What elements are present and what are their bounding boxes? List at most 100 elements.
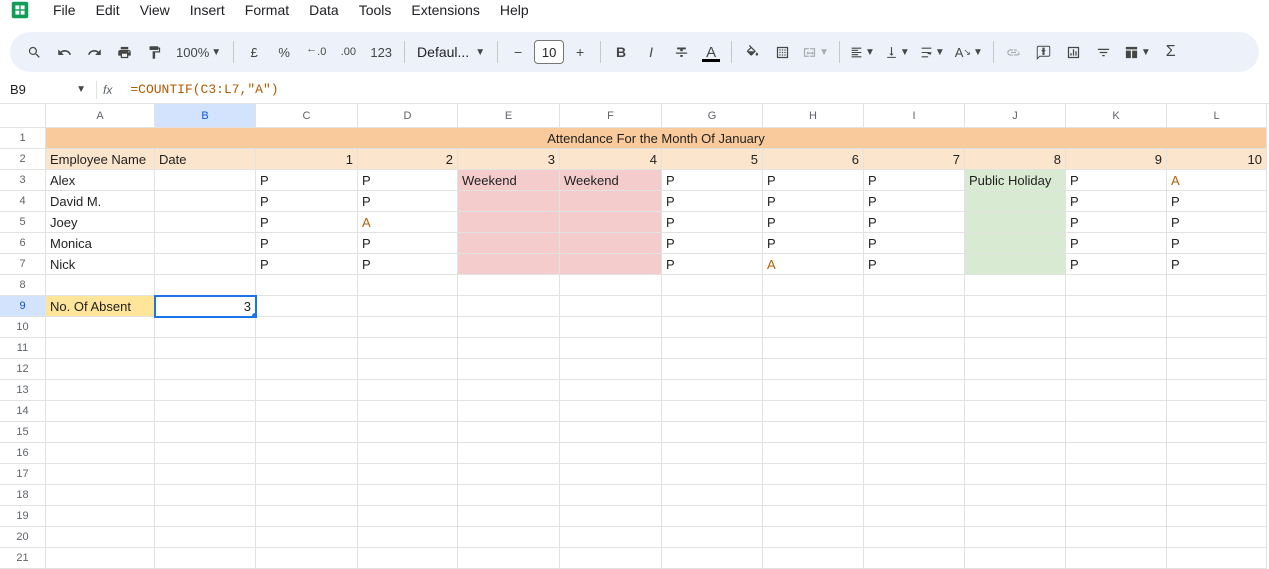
insert-link-button[interactable] — [1000, 38, 1028, 66]
cell[interactable] — [1066, 401, 1167, 422]
cell[interactable] — [1066, 422, 1167, 443]
cell[interactable] — [358, 527, 458, 548]
cell[interactable]: Date — [155, 149, 256, 170]
cell[interactable] — [458, 254, 560, 275]
cell[interactable] — [46, 338, 155, 359]
cell[interactable] — [358, 359, 458, 380]
search-menus-icon[interactable] — [20, 38, 48, 66]
cell[interactable] — [965, 338, 1066, 359]
cell[interactable]: Monica — [46, 233, 155, 254]
cell[interactable] — [155, 380, 256, 401]
row-header[interactable]: 14 — [0, 401, 46, 422]
cell[interactable] — [155, 170, 256, 191]
cell[interactable] — [864, 275, 965, 296]
cell[interactable]: 6 — [763, 149, 864, 170]
cell[interactable] — [965, 527, 1066, 548]
font-select[interactable]: Defaul...▼ — [411, 44, 491, 60]
cell[interactable] — [155, 527, 256, 548]
cell[interactable]: P — [1167, 212, 1267, 233]
cell[interactable] — [763, 506, 864, 527]
cell[interactable] — [358, 485, 458, 506]
cell[interactable] — [458, 401, 560, 422]
cell[interactable] — [256, 275, 358, 296]
cell[interactable] — [256, 359, 358, 380]
print-icon[interactable] — [110, 38, 138, 66]
name-box[interactable]: B9▼ — [0, 82, 96, 97]
cell[interactable]: Weekend — [458, 170, 560, 191]
row-header[interactable]: 13 — [0, 380, 46, 401]
undo-icon[interactable] — [50, 38, 78, 66]
cell[interactable] — [46, 485, 155, 506]
cell[interactable] — [560, 212, 662, 233]
cell[interactable]: P — [662, 233, 763, 254]
cell[interactable] — [560, 506, 662, 527]
cell[interactable] — [864, 359, 965, 380]
cell[interactable] — [864, 401, 965, 422]
cell[interactable] — [864, 506, 965, 527]
cell[interactable]: 10 — [1167, 149, 1267, 170]
cell[interactable] — [155, 401, 256, 422]
bold-button[interactable]: B — [607, 38, 635, 66]
cell[interactable] — [155, 254, 256, 275]
cell[interactable] — [458, 338, 560, 359]
cell[interactable] — [662, 317, 763, 338]
cell[interactable]: P — [256, 254, 358, 275]
cell[interactable] — [1167, 401, 1267, 422]
menu-tools[interactable]: Tools — [350, 0, 401, 22]
row-header[interactable]: 16 — [0, 443, 46, 464]
menu-file[interactable]: File — [44, 0, 85, 22]
cell[interactable] — [864, 380, 965, 401]
cell[interactable] — [155, 422, 256, 443]
cell[interactable] — [1167, 485, 1267, 506]
cell[interactable] — [560, 548, 662, 569]
wrap-button[interactable]: ▼ — [916, 38, 949, 66]
cell[interactable]: P — [256, 212, 358, 233]
cell[interactable]: P — [1066, 233, 1167, 254]
cell[interactable] — [1066, 548, 1167, 569]
cell[interactable]: P — [662, 191, 763, 212]
cell[interactable] — [662, 548, 763, 569]
fill-color-button[interactable] — [738, 38, 766, 66]
cell[interactable] — [1167, 338, 1267, 359]
cell[interactable] — [1066, 485, 1167, 506]
cell[interactable] — [864, 548, 965, 569]
decrease-decimal-button[interactable]: ←.0 — [300, 38, 332, 66]
cell[interactable]: P — [864, 170, 965, 191]
cell[interactable] — [458, 359, 560, 380]
cell[interactable]: Weekend — [560, 170, 662, 191]
cell[interactable] — [662, 401, 763, 422]
cell[interactable] — [155, 359, 256, 380]
strikethrough-button[interactable] — [667, 38, 695, 66]
cell[interactable] — [1066, 380, 1167, 401]
cell[interactable] — [560, 317, 662, 338]
cell[interactable] — [358, 443, 458, 464]
cell[interactable]: 8 — [965, 149, 1066, 170]
cell[interactable] — [1066, 359, 1167, 380]
cell[interactable] — [1066, 527, 1167, 548]
cell[interactable] — [864, 443, 965, 464]
cell[interactable] — [1066, 317, 1167, 338]
row-header[interactable]: 17 — [0, 464, 46, 485]
cell[interactable] — [662, 506, 763, 527]
cell[interactable] — [1167, 464, 1267, 485]
cell[interactable] — [155, 317, 256, 338]
cell[interactable] — [155, 275, 256, 296]
cell[interactable]: P — [864, 233, 965, 254]
cell[interactable]: Employee Name — [46, 149, 155, 170]
cell[interactable] — [1167, 380, 1267, 401]
cell[interactable] — [155, 548, 256, 569]
col-header[interactable]: E — [458, 104, 560, 128]
cell[interactable] — [358, 548, 458, 569]
cell[interactable]: P — [256, 233, 358, 254]
cell[interactable] — [46, 443, 155, 464]
cell[interactable] — [256, 527, 358, 548]
cell[interactable] — [256, 548, 358, 569]
row-header[interactable]: 3 — [0, 170, 46, 191]
rotation-button[interactable]: A↘▼ — [951, 38, 987, 66]
cell[interactable] — [763, 422, 864, 443]
cell[interactable] — [1167, 296, 1267, 317]
cell[interactable] — [256, 485, 358, 506]
col-header[interactable]: K — [1066, 104, 1167, 128]
cell[interactable] — [662, 359, 763, 380]
col-header[interactable]: B — [155, 104, 256, 128]
